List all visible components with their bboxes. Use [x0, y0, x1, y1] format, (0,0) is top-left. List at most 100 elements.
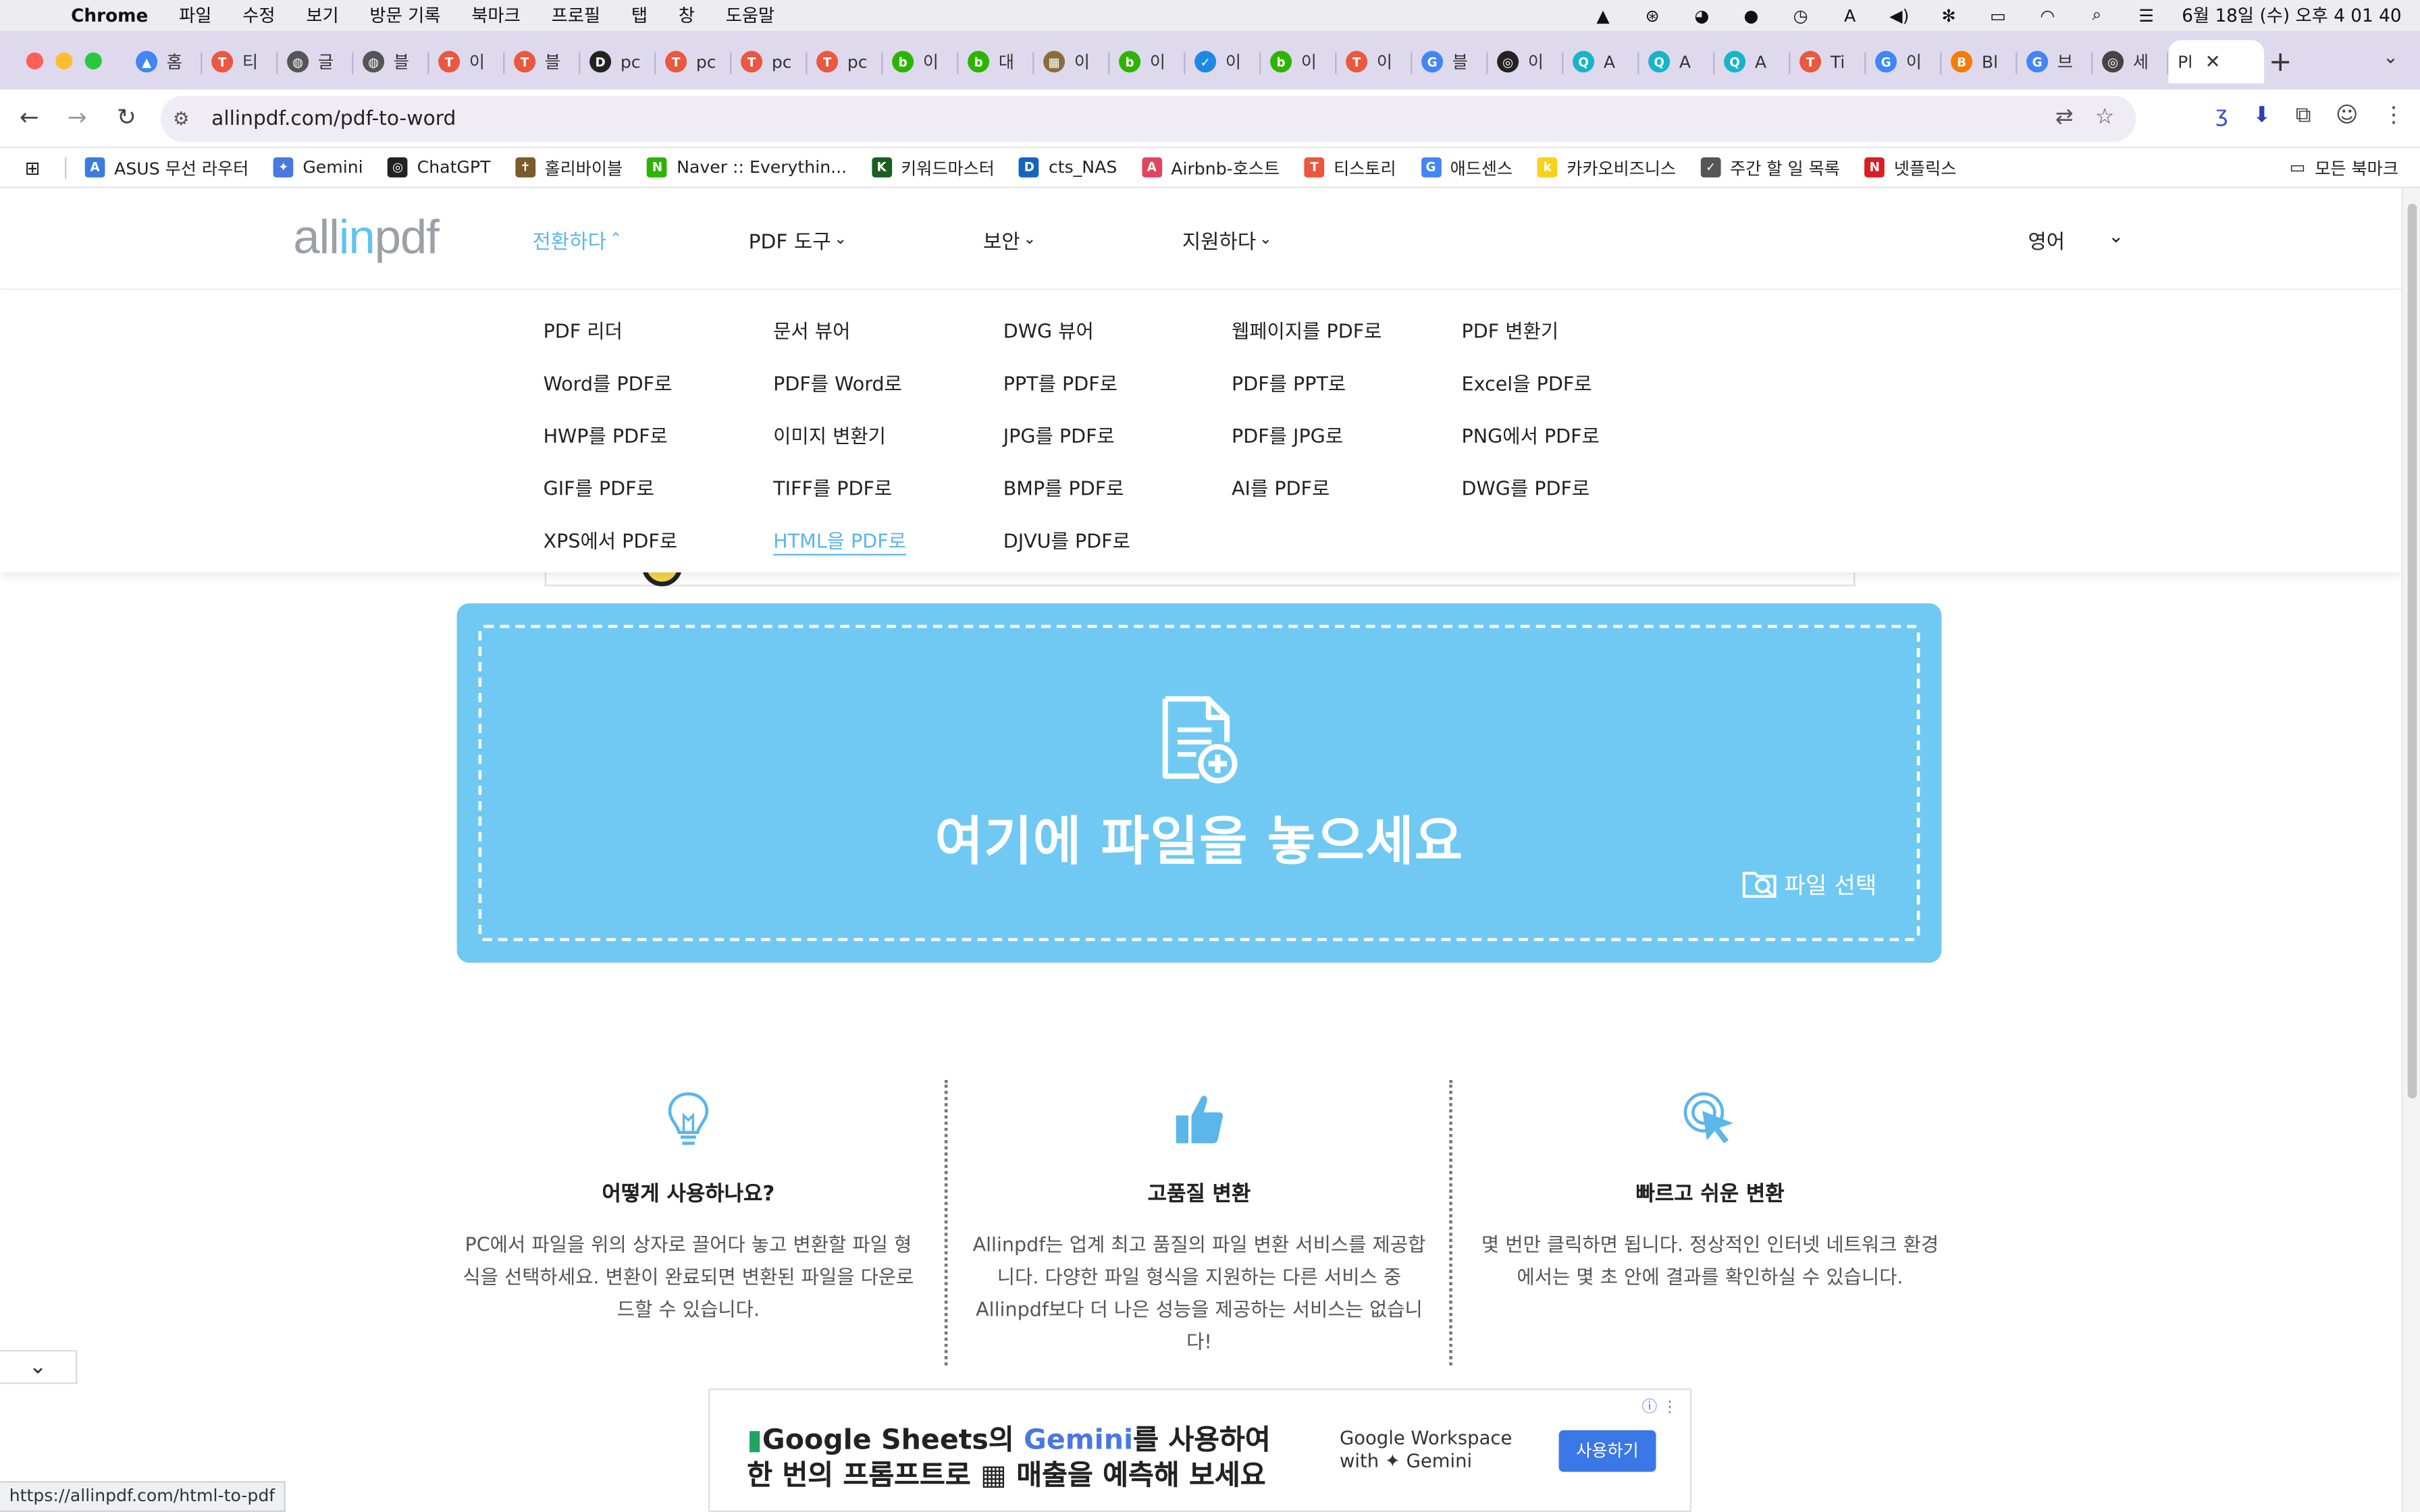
bookmark-item[interactable]: G 애드센스 — [1421, 155, 1512, 180]
close-tab-icon[interactable]: ✕ — [2205, 51, 2221, 72]
browser-tab[interactable]: Tpc — [656, 40, 732, 83]
nav-convert[interactable]: 전환하다 ⌃ — [533, 225, 623, 254]
browser-tab[interactable]: ◎ 이 — [1488, 40, 1564, 83]
mega-menu-item[interactable]: BMP를 PDF로 — [1003, 463, 1130, 516]
spotlight-icon[interactable]: ⌕ — [2083, 5, 2111, 25]
extensions-puzzle-icon[interactable]: ⧉ — [2296, 103, 2311, 128]
url-text[interactable]: allinpdf.com/pdf-to-word — [211, 107, 456, 130]
menu-bookmarks[interactable]: 북마크 — [471, 3, 521, 28]
drive-icon[interactable]: ▲ — [1589, 5, 1616, 26]
browser-tab[interactable]: B Bl — [1941, 40, 2018, 83]
mega-menu-item[interactable]: DWG 뷰어 — [1003, 306, 1130, 358]
mega-menu-item[interactable]: TIFF를 PDF로 — [773, 463, 906, 516]
browser-tab[interactable]: QA — [1563, 40, 1639, 83]
browser-tab[interactable]: ◎ 세 — [2093, 40, 2169, 83]
menu-file[interactable]: 파일 — [179, 3, 211, 28]
mega-menu-item[interactable]: HTML을 PDF로 — [773, 515, 906, 568]
nav-pdf-tools[interactable]: PDF 도구 ⌄ — [749, 225, 847, 254]
browser-tab[interactable]: QA — [1714, 40, 1791, 83]
wifi-icon[interactable]: ◠ — [2034, 5, 2061, 26]
browser-tab[interactable]: ▲ 홈 — [126, 40, 203, 83]
bluetooth-icon[interactable]: ✻ — [1935, 5, 1962, 26]
chat-icon[interactable]: ● — [1737, 5, 1765, 26]
browser-tab[interactable]: T이 — [429, 40, 505, 83]
bookmark-item[interactable]: K 키워드마스터 — [871, 155, 995, 180]
reload-icon[interactable]: ↻ — [111, 103, 142, 131]
browser-tab[interactable]: b이 — [1261, 40, 1337, 83]
browser-tab[interactable]: QA — [1639, 40, 1715, 83]
mega-menu-item[interactable]: 웹페이지를 PDF로 — [1232, 306, 1382, 358]
browser-tab[interactable]: Tpc — [807, 40, 883, 83]
mega-menu-item[interactable]: Word를 PDF로 — [544, 358, 678, 410]
bookmark-item[interactable]: A Airbnb-호스트 — [1141, 155, 1280, 180]
bookmark-item[interactable]: Dcts_NAS — [1019, 157, 1117, 178]
mega-menu-item[interactable]: HWP를 PDF로 — [544, 410, 678, 463]
time-machine-icon[interactable]: ◷ — [1787, 5, 1814, 26]
browser-tab[interactable]: ◍ 글 — [278, 40, 354, 83]
browser-tab[interactable]: G브 — [2017, 40, 2093, 83]
menu-clock[interactable]: 6월 18일 (수) 오후 4 01 40 — [2182, 3, 2401, 28]
menu-window[interactable]: 창 — [679, 3, 695, 28]
mega-menu-item[interactable]: PDF를 PPT로 — [1232, 358, 1382, 410]
browser-tab[interactable]: G이 — [1866, 40, 1942, 83]
mega-menu-item[interactable]: PNG에서 PDF로 — [1462, 410, 1600, 463]
browser-tab[interactable]: b이 — [883, 40, 959, 83]
bookmark-item[interactable]: N 넷플릭스 — [1864, 155, 1956, 180]
kebab-menu-icon[interactable]: ⋮ — [2383, 103, 2404, 128]
address-bar[interactable]: ⚙ allinpdf.com/pdf-to-word ⇄ ☆ — [160, 95, 2136, 142]
menu-profile[interactable]: 프로필 — [552, 3, 601, 28]
browser-tab[interactable]: T Ti — [1790, 40, 1866, 83]
allinpdf-logo[interactable]: allinpdf — [293, 210, 440, 265]
collapse-chevron-down-icon[interactable]: ⌄ — [0, 1349, 78, 1384]
download-extension-icon[interactable]: ⬇ — [2253, 103, 2271, 128]
select-file-button[interactable]: 파일 선택 — [1741, 867, 1876, 901]
close-window-button[interactable] — [26, 52, 43, 70]
google-ad-banner[interactable]: ▮Google Sheets의 Gemini를 사용하여 한 번의 프롬프트로 … — [708, 1388, 1692, 1512]
browser-tab[interactable]: Tpc — [731, 40, 808, 83]
grid-status-icon[interactable]: ⊛ — [1639, 5, 1666, 26]
zoom-window-button[interactable] — [84, 52, 102, 70]
mega-menu-item[interactable]: PDF 리더 — [544, 306, 678, 358]
bookmark-item[interactable]: N Naver :: Everythin... — [647, 157, 847, 178]
menu-app-name[interactable]: Chrome — [71, 5, 148, 26]
mega-menu-item[interactable]: DWG를 PDF로 — [1462, 463, 1600, 516]
mega-menu-item[interactable]: Excel을 PDF로 — [1462, 358, 1600, 410]
mega-menu-item[interactable]: PDF를 Word로 — [773, 358, 906, 410]
nav-support[interactable]: 지원하다 ⌄ — [1182, 225, 1272, 254]
browser-tab[interactable]: b이 — [1109, 40, 1186, 83]
apps-grid-icon[interactable]: ⊞ — [25, 157, 47, 178]
mega-menu-item[interactable]: DJVU를 PDF로 — [1003, 515, 1130, 568]
page-scrollbar[interactable] — [2401, 188, 2420, 1512]
language-selector[interactable]: 영어 — [2028, 225, 2065, 254]
bookmark-star-icon[interactable]: ☆ — [2095, 105, 2115, 130]
mega-menu-item[interactable]: PDF를 JPG로 — [1232, 410, 1382, 463]
minimize-window-button[interactable] — [55, 52, 73, 70]
mega-menu-item[interactable]: PPT를 PDF로 — [1003, 358, 1130, 410]
ad-info-icon[interactable]: ⓘ ⋮ — [1642, 1393, 1678, 1416]
finder-icon[interactable]: ◕ — [1688, 5, 1716, 26]
active-browser-tab[interactable]: Pl ✕ — [2168, 40, 2265, 84]
language-chevron-down-icon[interactable]: ⌄ — [2108, 225, 2124, 247]
browser-tab[interactable]: b대 — [958, 40, 1034, 83]
extension-b-icon[interactable]: ʒ — [2215, 103, 2228, 128]
bookmark-item[interactable]: ✦ Gemini — [273, 157, 363, 178]
browser-tab[interactable]: T티 — [202, 40, 278, 83]
mega-menu-item[interactable]: PDF 변환기 — [1462, 306, 1600, 358]
bookmark-item[interactable]: ✝ 홀리바이블 — [515, 155, 623, 180]
mega-menu-item[interactable]: XPS에서 PDF로 — [544, 515, 678, 568]
bookmark-item[interactable]: T 티스토리 — [1304, 155, 1396, 180]
browser-tab[interactable]: T이 — [1336, 40, 1413, 83]
browser-tab[interactable]: Dpc — [580, 40, 656, 83]
new-tab-button[interactable]: + — [2269, 47, 2292, 79]
bookmark-item[interactable]: k 카카오비즈니스 — [1537, 155, 1676, 180]
bookmark-item[interactable]: A ASUS 무선 라우터 — [84, 155, 248, 180]
bookmark-item[interactable]: ✓ 주간 할 일 목록 — [1700, 155, 1840, 180]
browser-tab[interactable]: G블 — [1412, 40, 1488, 83]
browser-tab[interactable]: ▦ 이 — [1034, 40, 1110, 83]
translate-icon[interactable]: ⇄ — [2055, 105, 2074, 130]
menu-history[interactable]: 방문 기록 — [369, 3, 440, 28]
tab-search-chevron-icon[interactable]: ⌄ — [2383, 47, 2398, 68]
browser-tab[interactable]: ✓ 이 — [1185, 40, 1261, 83]
all-bookmarks-button[interactable]: ▭ 모든 북마크 — [2290, 155, 2398, 180]
menu-tab[interactable]: 탭 — [631, 3, 648, 28]
